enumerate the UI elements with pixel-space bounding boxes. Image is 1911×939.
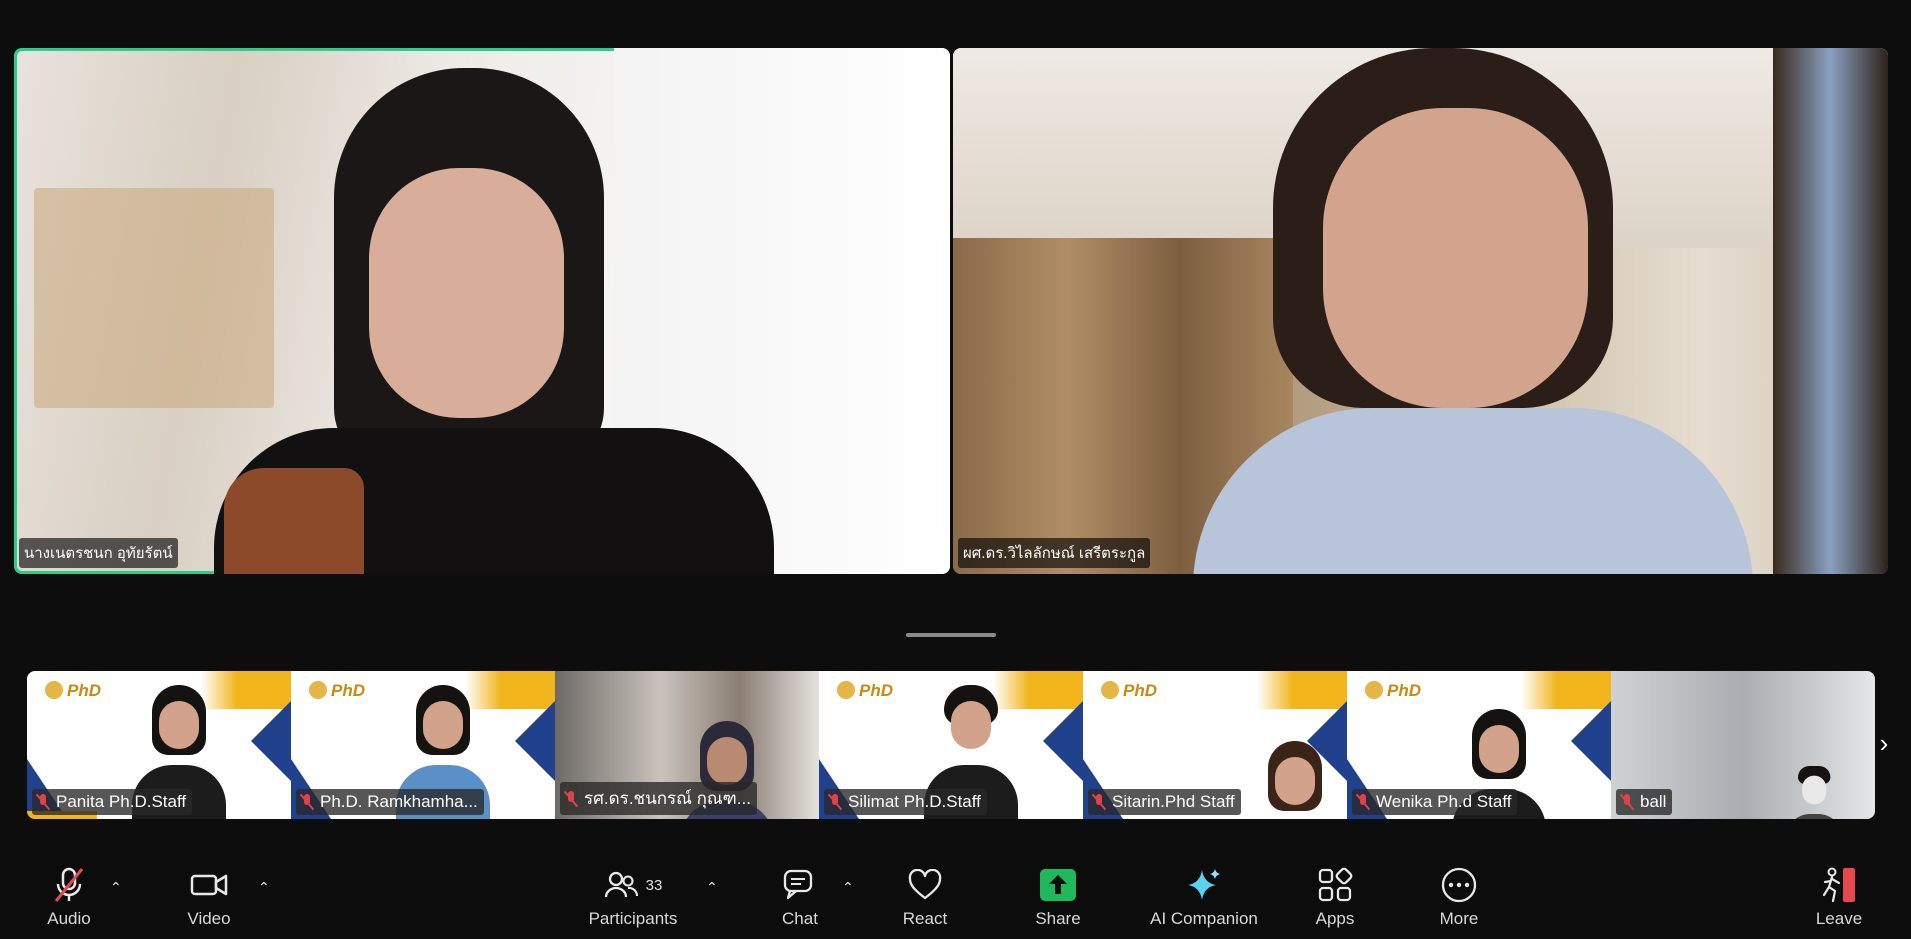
participant-name-tag: ผศ.ดร.วิไลลักษณ์ เสรีตระกูล (958, 538, 1151, 568)
sparkle-icon (1185, 863, 1223, 907)
video-options-caret[interactable]: ⌃ (258, 879, 270, 896)
mic-muted-icon (300, 794, 314, 810)
react-label: React (902, 909, 948, 928)
thumbnail-name-tag: Ph.D. Ramkhamha... (296, 789, 484, 815)
thumbnail-name: รศ.ดร.ชนกรณ์ กุณฑ... (584, 789, 751, 808)
leave-label: Leave (1815, 909, 1863, 928)
heart-icon (907, 863, 943, 907)
mic-muted-icon (51, 863, 87, 907)
video-tile-active-speaker[interactable]: นางเนตรชนก อุทัยรัตน์ (14, 48, 950, 574)
mic-muted-icon (1620, 794, 1634, 810)
thumbnail-name-tag: ball (1616, 789, 1673, 815)
mic-muted-icon (1092, 794, 1106, 810)
meeting-stage: นางเนตรชนก อุทัยรัตน์ ผศ.ดร.วิไลลักษณ์ เ… (0, 0, 1911, 855)
chat-label: Chat (782, 909, 818, 928)
phd-logo: PhD (837, 681, 893, 701)
audio-options-caret[interactable]: ⌃ (110, 879, 122, 896)
participant-filmstrip: PhD Panita Ph.D.Staff PhD Ph.D. Ramkhamh… (27, 671, 1875, 819)
people-icon: 33 (604, 863, 663, 907)
decor-yellow (1521, 671, 1611, 709)
thumbnail-name-tag: รศ.ดร.ชนกรณ์ กุณฑ... (560, 782, 757, 815)
audio-label: Audio (47, 909, 91, 928)
more-dots-icon (1440, 863, 1478, 907)
chat-options-caret[interactable]: ⌃ (842, 879, 854, 896)
mic-muted-icon (36, 794, 50, 810)
participants-label: Participants (588, 909, 678, 928)
react-button[interactable]: React (900, 863, 950, 929)
video-button[interactable]: Video (180, 863, 238, 929)
decor-blue (1043, 701, 1083, 781)
thumbnail-name-tag: Wenika Ph.d Staff (1352, 789, 1518, 815)
more-button[interactable]: More (1434, 863, 1484, 929)
mic-muted-icon (1356, 794, 1370, 810)
thumbnail-name: Panita Ph.D.Staff (56, 792, 187, 811)
phd-logo: PhD (1101, 681, 1157, 701)
thumbnail-name: Sitarin.Phd Staff (1112, 792, 1235, 811)
thumbnail-tile[interactable]: PhD Silimat Ph.D.Staff (819, 671, 1083, 819)
chat-button[interactable]: Chat (775, 863, 825, 929)
apps-button[interactable]: Apps (1312, 863, 1358, 929)
thumbnail-name: ball (1640, 792, 1667, 811)
video-camera-icon (189, 863, 229, 907)
participant-face (1323, 108, 1588, 408)
share-button[interactable]: Share (1033, 863, 1083, 929)
mic-muted-icon (828, 794, 842, 810)
decor-blue (515, 701, 555, 781)
mic-muted-icon (564, 790, 578, 807)
thumbnail-tile[interactable]: PhD Sitarin.Phd Staff (1083, 671, 1347, 819)
phd-logo: PhD (309, 681, 365, 701)
thumbnail-tile[interactable]: PhD Panita Ph.D.Staff (27, 671, 291, 819)
leave-door-icon (1819, 863, 1859, 907)
chat-bubble-icon (782, 863, 818, 907)
thumbnail-name-tag: Panita Ph.D.Staff (32, 789, 193, 815)
thumbnail-name: Ph.D. Ramkhamha... (320, 792, 478, 811)
resize-handle[interactable] (906, 633, 996, 637)
participant-figure (1248, 741, 1338, 819)
share-arrow-icon (1039, 863, 1077, 907)
background-shelf (34, 188, 274, 408)
participants-options-caret[interactable]: ⌃ (706, 879, 718, 896)
video-tile-participant[interactable]: ผศ.ดร.วิไลลักษณ์ เสรีตระกูล (953, 48, 1888, 574)
decor-blue (251, 701, 291, 781)
speaker-scarf (224, 468, 364, 574)
participant-figure (1786, 766, 1843, 819)
speaker-face (369, 168, 564, 418)
thumbnail-name-tag: Sitarin.Phd Staff (1088, 789, 1241, 815)
phd-logo: PhD (45, 681, 101, 701)
thumbnail-tile[interactable]: PhD Ph.D. Ramkhamha... (291, 671, 555, 819)
decor-blue (1571, 701, 1611, 781)
video-label: Video (187, 909, 231, 928)
thumbnail-tile[interactable]: ball (1611, 671, 1875, 819)
participants-count: 33 (645, 876, 663, 894)
decor-yellow (1257, 671, 1347, 709)
thumbnail-name-tag: Silimat Ph.D.Staff (824, 789, 987, 815)
thumbnail-tile[interactable]: PhD Wenika Ph.d Staff (1347, 671, 1611, 819)
participant-name-tag: นางเนตรชนก อุทัยรัตน์ (19, 538, 178, 568)
thumbnail-name: Silimat Ph.D.Staff (848, 792, 981, 811)
participants-button[interactable]: 33 Participants (583, 863, 683, 929)
phd-logo: PhD (1365, 681, 1421, 701)
audio-button[interactable]: Audio (40, 863, 98, 929)
apps-label: Apps (1315, 909, 1355, 928)
apps-icon (1317, 863, 1353, 907)
leave-button[interactable]: Leave (1814, 863, 1864, 929)
share-label: Share (1035, 909, 1081, 928)
chevron-right-icon[interactable]: › (1874, 728, 1894, 758)
ai-companion-button[interactable]: AI Companion (1144, 863, 1264, 929)
thumbnail-tile[interactable]: รศ.ดร.ชนกรณ์ กุณฑ... (555, 671, 819, 819)
more-label: More (1439, 909, 1479, 928)
background-door (1773, 48, 1888, 574)
ai-companion-label: AI Companion (1150, 909, 1258, 928)
meeting-toolbar: Audio ⌃ Video ⌃ 33 Participants ⌃ Chat ⌃… (0, 855, 1911, 939)
thumbnail-name: Wenika Ph.d Staff (1376, 792, 1512, 811)
